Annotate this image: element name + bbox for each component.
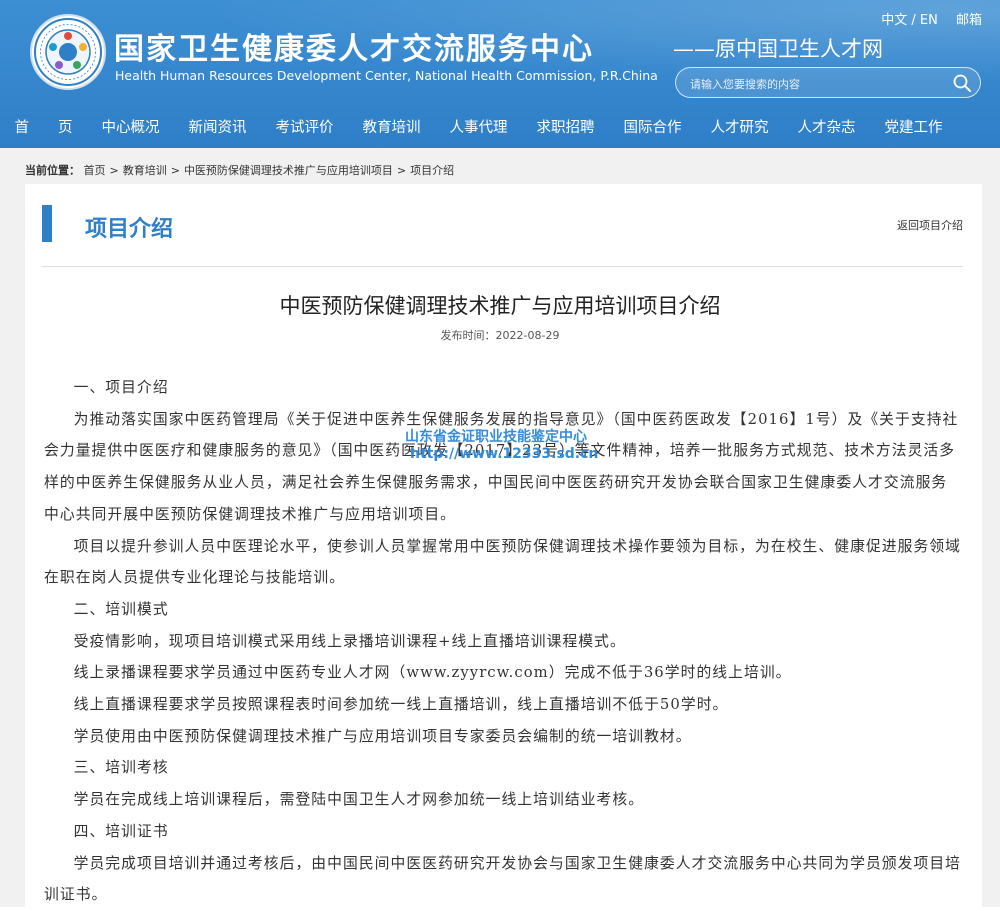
paragraph-background: 为推动落实国家中医药管理局《关于促进中医养生保健服务发展的指导意见》（国中医药医… (44, 410, 959, 523)
site-header: 国家卫生健康委人才交流服务中心 Health Human Resources D… (0, 0, 1000, 148)
organization-logo-icon[interactable] (30, 14, 106, 90)
nav-item-international[interactable]: 国际合作 (609, 116, 696, 137)
paragraph-recorded-courses: 线上录播课程要求学员通过中医药专业人才网（www.zyyrcw.com）完成不低… (73, 664, 792, 682)
heading-certificate: 四、培训证书 (73, 822, 169, 840)
breadcrumb-separator: > (109, 164, 119, 177)
nav-item-home[interactable]: 首 页 (0, 116, 87, 137)
breadcrumb-current: 项目介绍 (410, 164, 455, 177)
nav-item-about[interactable]: 中心概况 (87, 116, 174, 137)
breadcrumb-home[interactable]: 首页 (84, 164, 106, 177)
search-input[interactable] (688, 74, 942, 94)
paragraph-assessment: 学员在完成线上培训课程后，需登陆中国卫生人才网参加统一线上培训结业考核。 (73, 791, 645, 809)
nav-item-party[interactable]: 党建工作 (870, 116, 957, 137)
nav-item-research[interactable]: 人才研究 (696, 116, 783, 137)
nav-item-magazine[interactable]: 人才杂志 (783, 116, 870, 137)
mail-link[interactable]: 邮箱 (956, 13, 982, 28)
nav-item-personnel-agency[interactable]: 人事代理 (435, 116, 522, 137)
search-icon[interactable] (952, 73, 972, 93)
section-divider (42, 266, 963, 267)
former-site-name: ——原中国卫生人才网 (673, 37, 883, 61)
heading-assessment: 三、培训考核 (73, 759, 169, 777)
paragraph-live-courses: 线上直播课程要求学员按照课程表时间参加统一线上直播培训，线上直播培训不低于50学… (73, 696, 729, 714)
back-to-project-link[interactable]: 返回项目介绍 (897, 217, 963, 233)
search-box (675, 67, 981, 98)
breadcrumb-separator: > (170, 164, 180, 177)
nav-item-jobs[interactable]: 求职招聘 (522, 116, 609, 137)
watermark-line2: http://www.12333.sd.cn (410, 446, 599, 462)
heading-training-mode: 二、培训模式 (73, 600, 169, 618)
site-title-cn: 国家卫生健康委人才交流服务中心 (114, 32, 594, 67)
heading-project-intro: 一、项目介绍 (73, 379, 169, 396)
breadcrumb-project[interactable]: 中医预防保健调理技术推广与应用培训项目 (184, 164, 393, 177)
section-title: 项目介绍 (85, 217, 174, 242)
paragraph-mode: 受疫情影响，现项目培训模式采用线上录播培训课程+线上直播培训课程模式。 (73, 632, 626, 650)
main-nav: 首 页 中心概况 新闻资讯 考试评价 教育培训 人事代理 求职招聘 国际合作 人… (0, 105, 1000, 148)
publish-date: 发布时间：2022-08-29 (440, 329, 560, 342)
watermark: 山东省金证职业技能鉴定中心 http://www.12333.sd.cn (405, 429, 598, 463)
breadcrumb-separator: > (396, 164, 407, 177)
breadcrumb: 当前位置： 首页 > 教育培训 > 中医预防保健调理技术推广与应用培训项目 > 项目介绍 (25, 162, 454, 178)
breadcrumb-training[interactable]: 教育培训 (123, 164, 167, 177)
paragraph-goal: 项目以提升参训人员中医理论水平，使参训人员掌握常用中医预防保健调理技术操作要领为… (44, 537, 962, 587)
paragraph-textbook: 学员使用由中医预防保健调理技术推广与应用培训项目专家委员会编制的统一培训教材。 (73, 727, 692, 745)
nav-item-exams[interactable]: 考试评价 (261, 116, 348, 137)
nav-item-news[interactable]: 新闻资讯 (174, 116, 261, 137)
top-links: 中文 / EN 邮箱 (867, 9, 982, 28)
breadcrumb-label: 当前位置： (25, 164, 80, 177)
watermark-line1: 山东省金证职业技能鉴定中心 (405, 429, 587, 445)
nav-item-training[interactable]: 教育培训 (348, 116, 435, 137)
article-title: 中医预防保健调理技术推广与应用培训项目介绍 (279, 294, 721, 318)
section-accent-bar (42, 205, 52, 242)
site-title-en: Health Human Resources Development Cente… (115, 68, 658, 83)
language-switch-link[interactable]: 中文 / EN (881, 13, 938, 28)
paragraph-certificate: 学员完成项目培训并通过考核后，由中国民间中医医药研究开发协会与国家卫生健康委人才… (44, 854, 962, 904)
